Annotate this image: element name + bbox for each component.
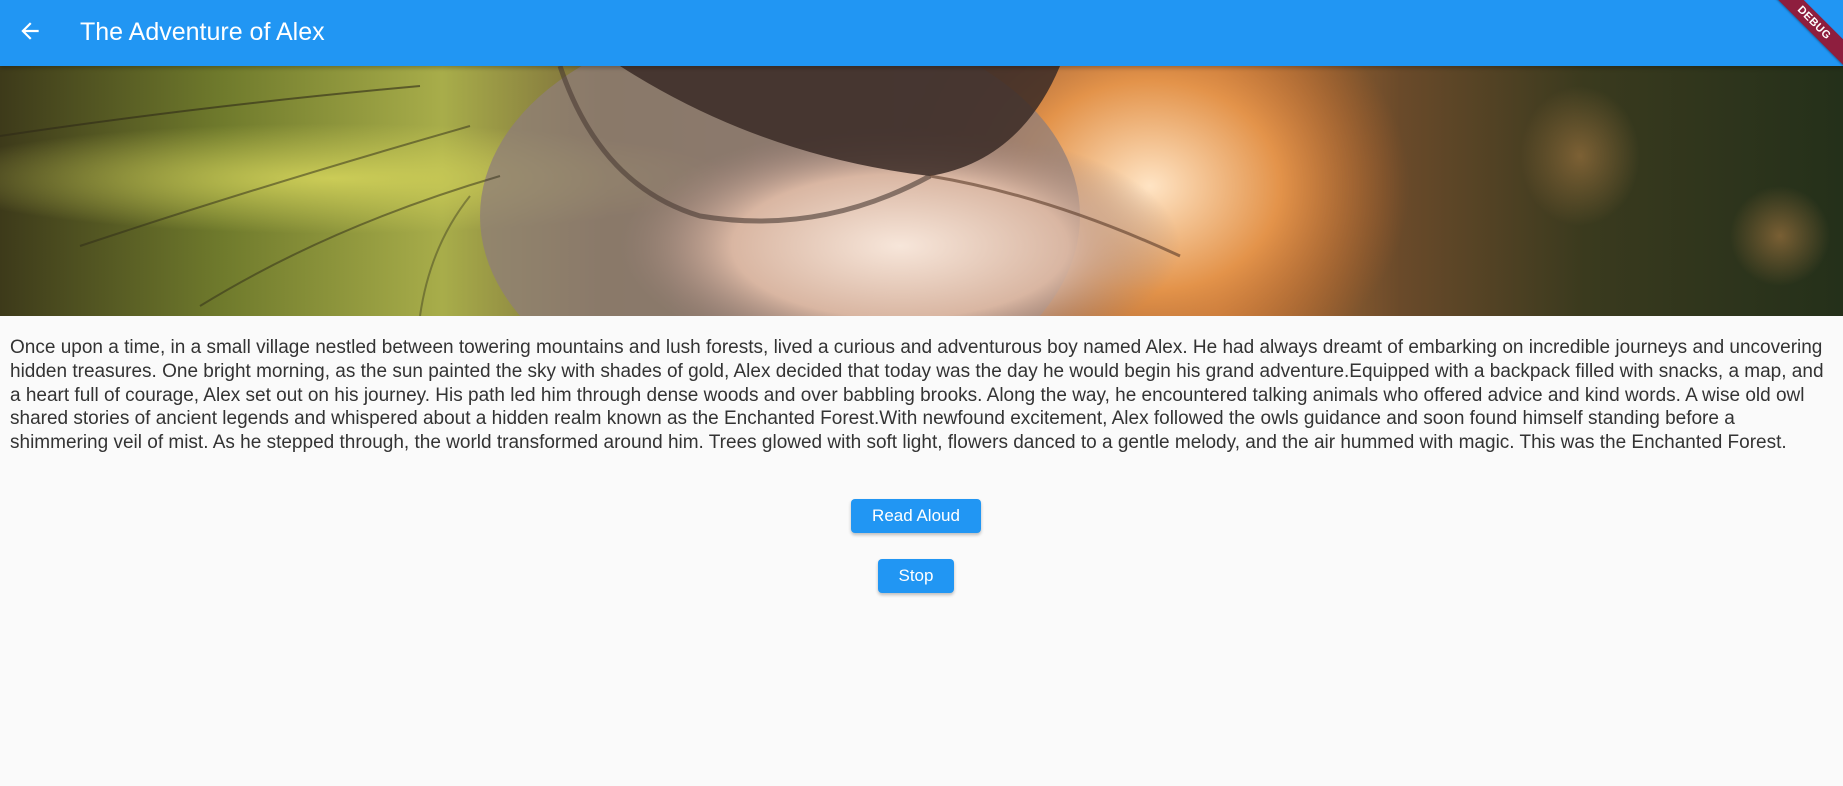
hero-image	[0, 66, 1843, 316]
app-screen: The Adventure of Alex DEBUG Once upon a …	[0, 0, 1843, 786]
stop-button[interactable]: Stop	[878, 559, 954, 593]
read-aloud-button[interactable]: Read Aloud	[851, 499, 981, 533]
app-bar: The Adventure of Alex	[0, 0, 1843, 66]
story-text: Once upon a time, in a small village nes…	[10, 337, 1824, 454]
page-title: The Adventure of Alex	[80, 18, 325, 46]
back-button[interactable]	[6, 9, 54, 57]
arrow-back-icon	[17, 18, 43, 49]
